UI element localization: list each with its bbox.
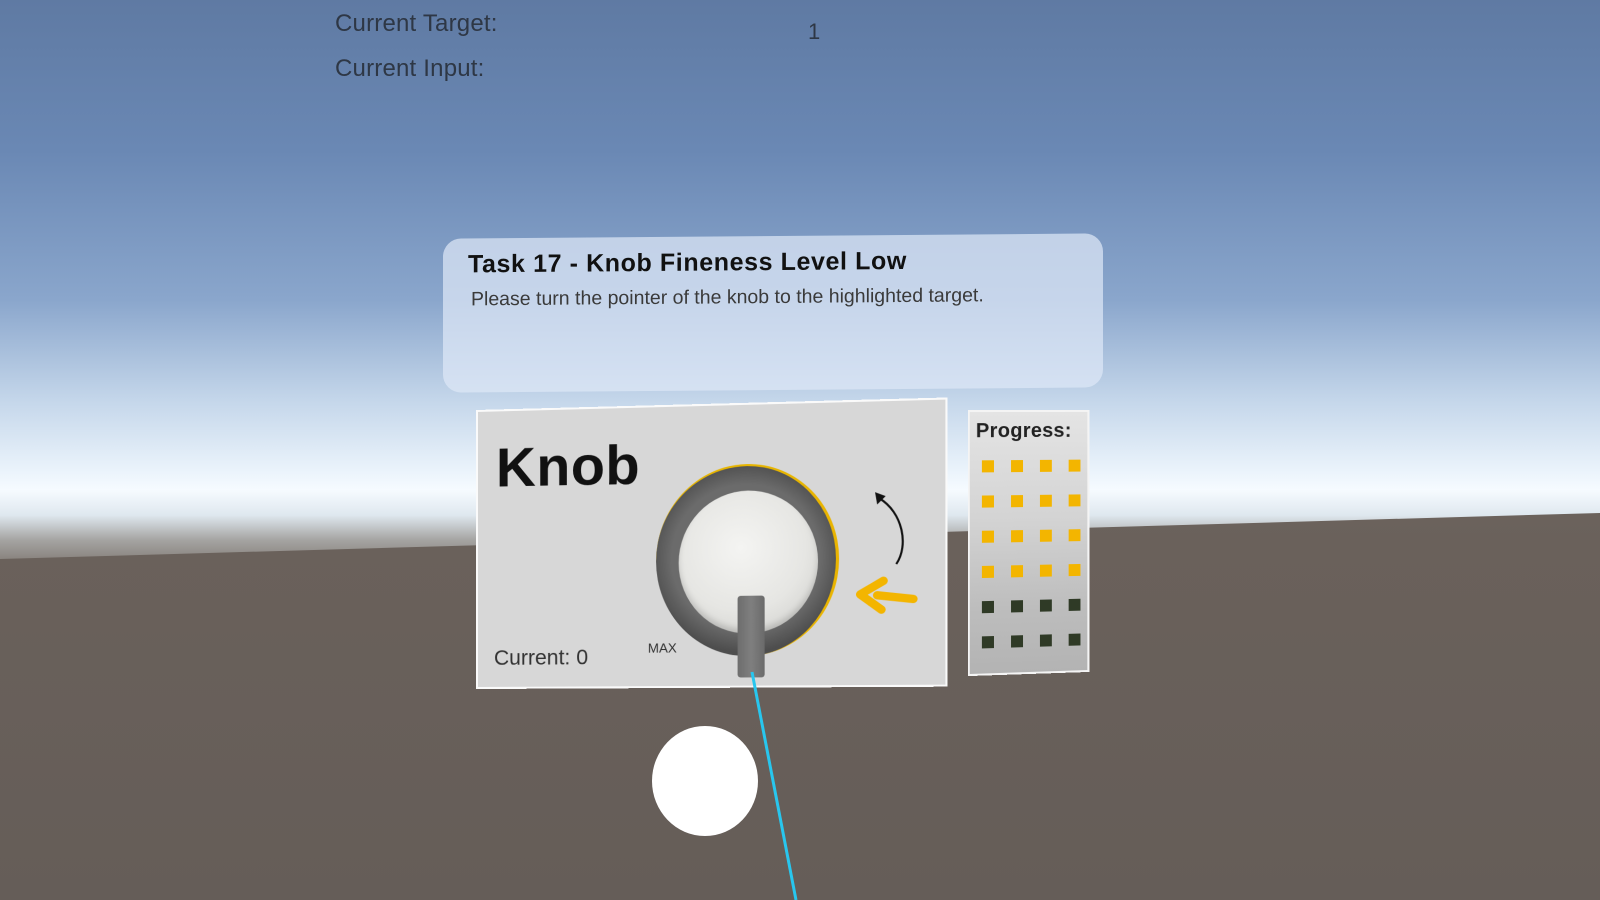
progress-cell-complete bbox=[1039, 459, 1052, 472]
progress-cell-complete bbox=[981, 460, 994, 473]
progress-cell-pending bbox=[1068, 633, 1081, 646]
progress-grid bbox=[981, 459, 1081, 649]
progress-cell-complete bbox=[1068, 459, 1081, 472]
progress-cell-complete bbox=[1039, 564, 1052, 577]
progress-cell-pending bbox=[981, 600, 994, 614]
rotate-counterclockwise-icon bbox=[875, 491, 916, 579]
progress-cell-pending bbox=[1068, 598, 1081, 611]
task-instruction: Please turn the pointer of the knob to t… bbox=[471, 284, 984, 311]
progress-cell-complete bbox=[981, 565, 994, 579]
progress-cell-complete bbox=[1011, 565, 1024, 578]
progress-panel: Progress: bbox=[967, 409, 1090, 677]
current-target-label: Current Target: bbox=[335, 10, 498, 37]
current-target-value: 1 bbox=[808, 19, 821, 44]
knob-panel: Knob Current: 0 MAX bbox=[476, 397, 948, 689]
progress-cell-pending bbox=[1039, 599, 1052, 612]
progress-cell-complete bbox=[1068, 494, 1081, 507]
progress-cell-pending bbox=[1011, 635, 1024, 648]
knob-title: Knob bbox=[495, 432, 641, 499]
progress-cell-complete bbox=[1011, 460, 1024, 473]
progress-cell-complete bbox=[1068, 529, 1081, 542]
progress-cell-complete bbox=[1039, 529, 1052, 542]
progress-cell-pending bbox=[1011, 600, 1024, 613]
knob-control[interactable] bbox=[656, 462, 840, 678]
progress-title: Progress: bbox=[975, 419, 1072, 443]
vr-scene: Current Target: 1 Current Input: Task 17… bbox=[0, 0, 1600, 900]
progress-cell-pending bbox=[1039, 634, 1052, 647]
current-input-label: Current Input: bbox=[335, 55, 485, 82]
progress-cell-complete bbox=[981, 495, 994, 508]
current-value-label: Current: 0 bbox=[493, 646, 589, 670]
knob-pointer[interactable] bbox=[737, 595, 765, 678]
progress-cell-complete bbox=[1039, 494, 1052, 507]
task-panel: Task 17 - Knob Fineness Level Low Please… bbox=[443, 233, 1103, 393]
target-arrow-icon bbox=[856, 574, 920, 616]
progress-cell-complete bbox=[1011, 495, 1024, 508]
max-label: MAX bbox=[647, 640, 677, 656]
progress-cell-complete bbox=[1011, 530, 1024, 543]
progress-cell-pending bbox=[981, 636, 994, 649]
progress-cell-complete bbox=[1068, 563, 1081, 577]
progress-cell-complete bbox=[981, 530, 994, 543]
task-title: Task 17 - Knob Fineness Level Low bbox=[468, 246, 907, 279]
controller-cursor bbox=[652, 726, 758, 836]
